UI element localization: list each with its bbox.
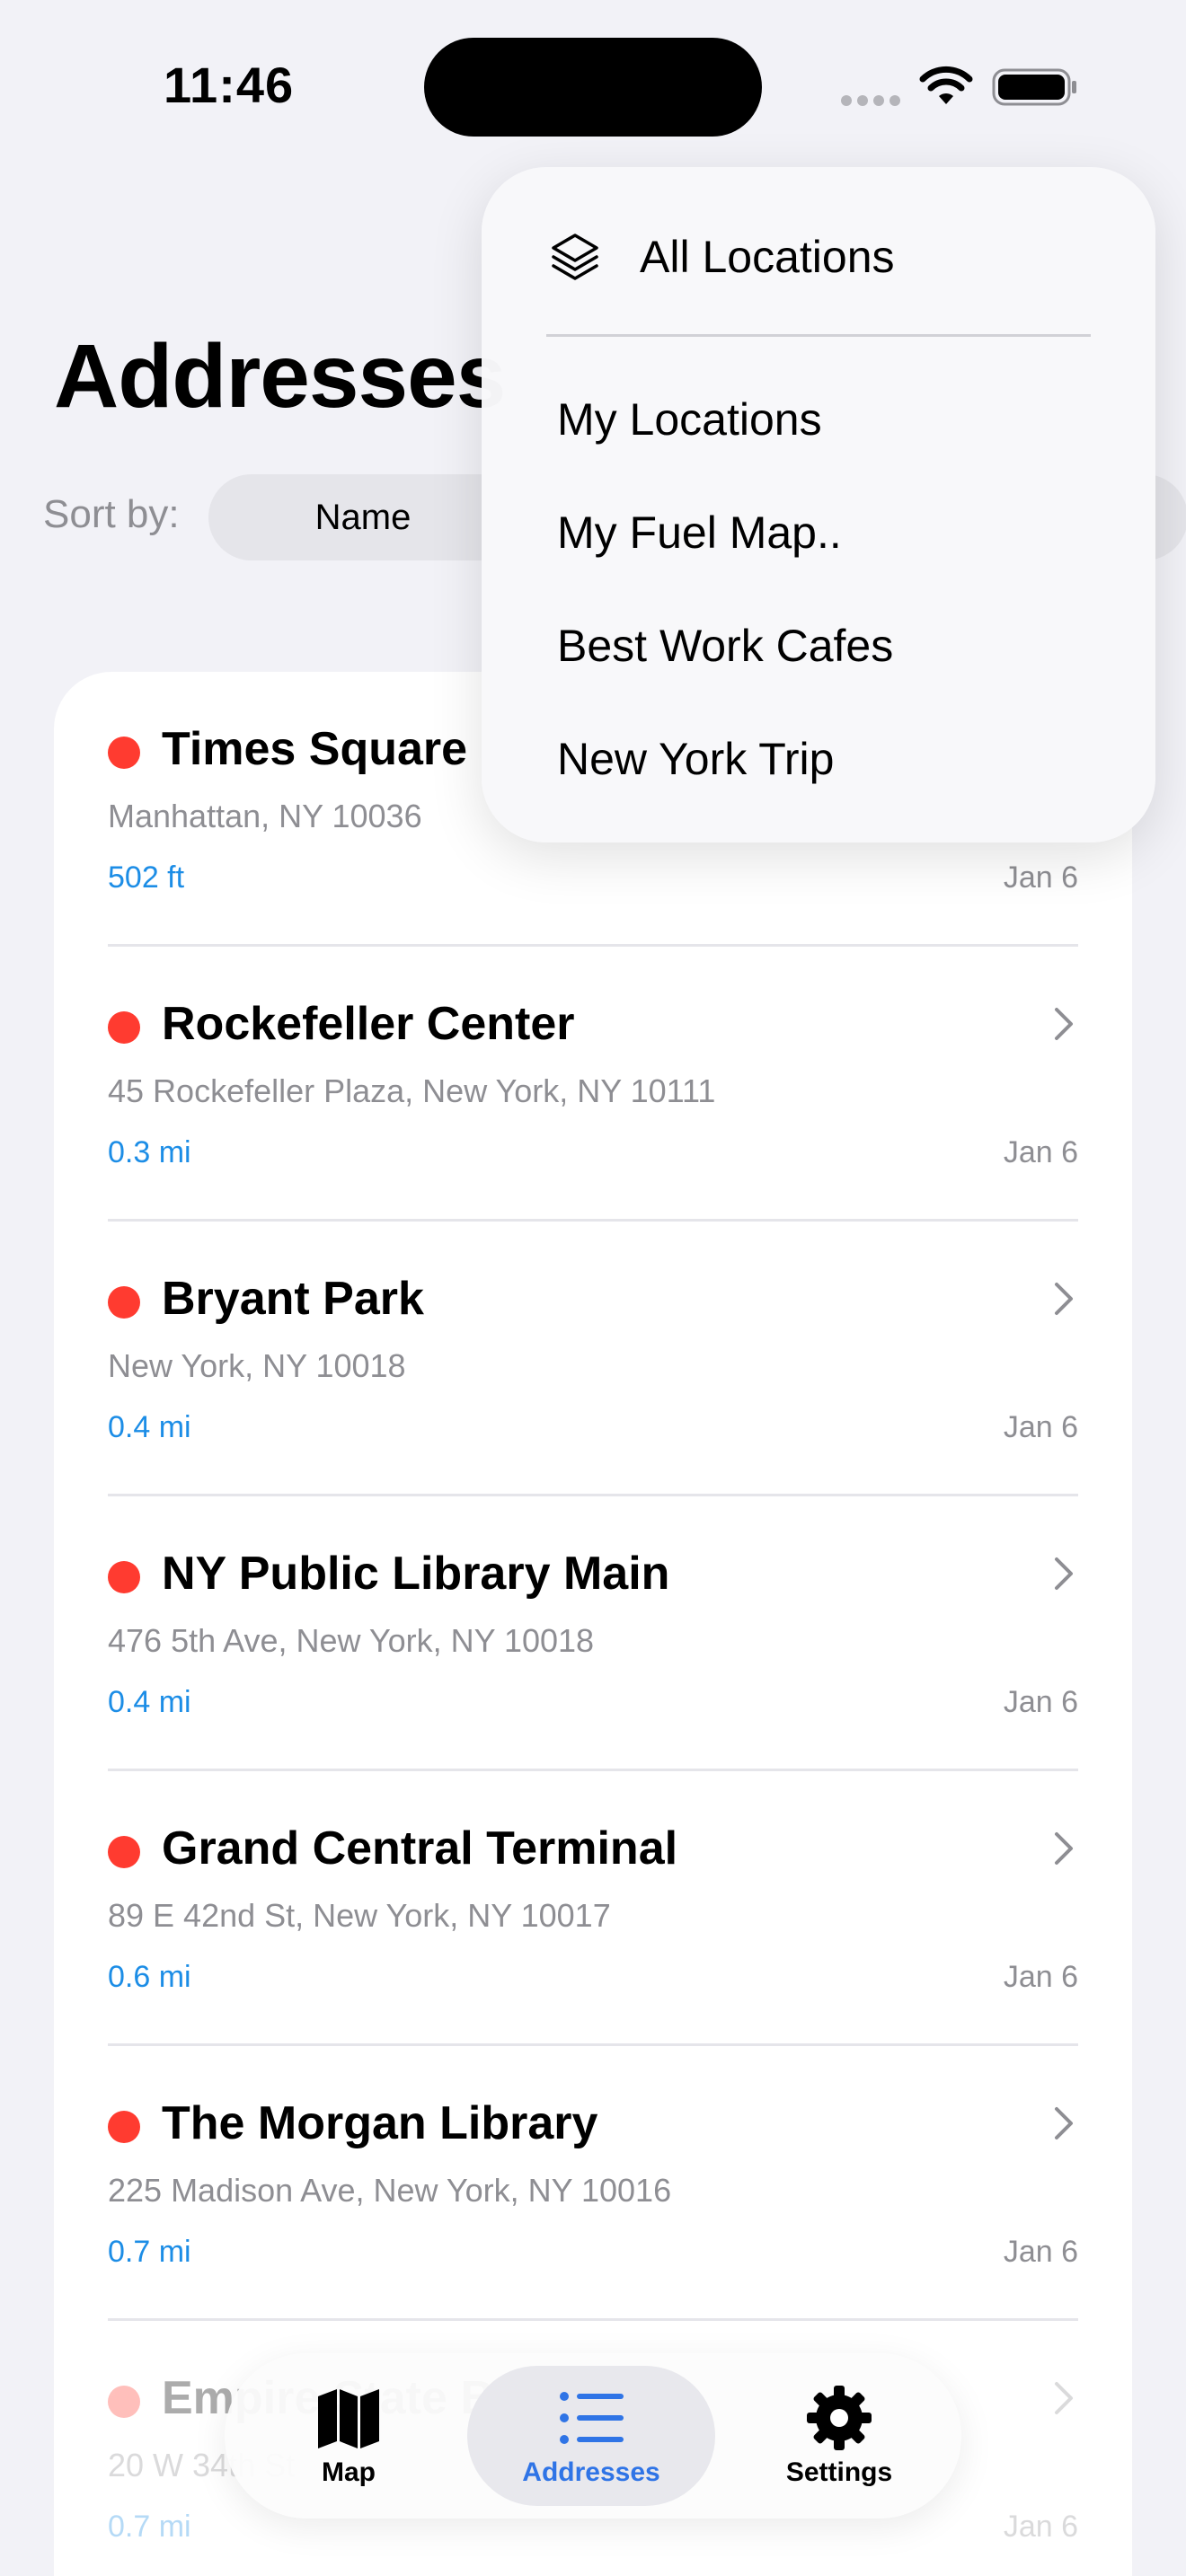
location-name: Rockefeller Center: [162, 998, 575, 1050]
location-name: Bryant Park: [162, 1273, 424, 1325]
tab-label: Settings: [785, 2457, 893, 2487]
location-date: Jan 6: [1003, 1135, 1078, 1169]
tab-settings[interactable]: Settings: [715, 2366, 963, 2506]
location-pin-dot: [108, 2386, 140, 2418]
chevron-right-icon: [1055, 2107, 1073, 2139]
location-row[interactable]: Rockefeller Center 45 Rockefeller Plaza,…: [54, 947, 1132, 1222]
location-name: Times Square: [162, 723, 468, 775]
location-row[interactable]: The Morgan Library 225 Madison Ave, New …: [54, 2046, 1132, 2321]
addresses-screen: 11:46 Addresses Sort by: Name Times Squa…: [0, 0, 1186, 2576]
location-date: Jan 6: [1003, 2235, 1078, 2269]
map-icon: [318, 2389, 379, 2448]
tab-map[interactable]: Map: [225, 2366, 473, 2506]
location-pin-dot: [108, 2111, 140, 2143]
location-address: 89 E 42nd St, New York, NY 10017: [108, 1897, 611, 1934]
location-distance: 0.7 mi: [108, 2510, 191, 2544]
page-title: Addresses: [54, 326, 506, 427]
chevron-right-icon: [1055, 1557, 1073, 1590]
menu-divider: [546, 334, 1091, 337]
location-pin-dot: [108, 737, 140, 769]
locations-list: Times Square Manhattan, NY 10036 502 ft …: [54, 672, 1132, 2576]
location-pin-dot: [108, 1011, 140, 1044]
location-pin-dot: [108, 1561, 140, 1593]
location-pin-dot: [108, 1836, 140, 1868]
location-distance: 0.4 mi: [108, 1685, 191, 1719]
location-date: Jan 6: [1003, 1960, 1078, 1994]
menu-item-best-work-cafes[interactable]: Best Work Cafes: [557, 620, 893, 672]
location-address: Manhattan, NY 10036: [108, 798, 422, 834]
location-distance: 502 ft: [108, 860, 185, 895]
menu-item-my-fuel-map[interactable]: My Fuel Map..: [557, 507, 842, 559]
location-pin-dot: [108, 1286, 140, 1319]
location-row[interactable]: Bryant Park New York, NY 10018 0.4 mi Ja…: [54, 1222, 1132, 1496]
tab-bar: Map Addresses Settings: [225, 2353, 961, 2519]
location-address: 476 5th Ave, New York, NY 10018: [108, 1622, 595, 1659]
chevron-right-icon: [1055, 2382, 1073, 2414]
tab-label: Map: [322, 2457, 376, 2487]
location-date: Jan 6: [1003, 2510, 1078, 2544]
tab-label: Addresses: [522, 2457, 660, 2487]
status-time: 11:46: [164, 57, 295, 113]
location-distance: 0.4 mi: [108, 1410, 191, 1444]
list-icon: [560, 2392, 624, 2444]
location-date: Jan 6: [1003, 1685, 1078, 1719]
wifi-icon: [919, 66, 973, 104]
menu-item-all-locations[interactable]: All Locations: [548, 221, 895, 293]
gear-icon: [807, 2386, 872, 2450]
chevron-right-icon: [1055, 1832, 1073, 1865]
dynamic-island: [424, 38, 762, 137]
chevron-right-icon: [1055, 1283, 1073, 1315]
battery-icon: [992, 68, 1076, 106]
menu-header-label: All Locations: [640, 232, 895, 282]
location-address: 45 Rockefeller Plaza, New York, NY 10111: [108, 1072, 716, 1109]
location-address: New York, NY 10018: [108, 1347, 406, 1384]
sort-option-name[interactable]: Name: [208, 474, 518, 560]
location-name: NY Public Library Main: [162, 1548, 670, 1600]
location-address: 225 Madison Ave, New York, NY 10016: [108, 2172, 672, 2209]
cellular-signal-icon: [841, 95, 900, 106]
location-distance: 0.3 mi: [108, 1135, 191, 1169]
location-distance: 0.6 mi: [108, 1960, 191, 1994]
location-date: Jan 6: [1003, 860, 1078, 895]
sort-label: Sort by:: [43, 492, 180, 536]
location-row[interactable]: NY Public Library Main 476 5th Ave, New …: [54, 1496, 1132, 1771]
menu-item-new-york-trip[interactable]: New York Trip: [557, 733, 834, 785]
location-name: The Morgan Library: [162, 2097, 598, 2149]
location-date: Jan 6: [1003, 1410, 1078, 1444]
chevron-right-icon: [1055, 1008, 1073, 1040]
collections-menu: All Locations My Locations My Fuel Map..…: [482, 167, 1155, 842]
location-name: Grand Central Terminal: [162, 1822, 678, 1875]
location-distance: 0.7 mi: [108, 2235, 191, 2269]
tab-addresses[interactable]: Addresses: [467, 2366, 715, 2506]
location-row[interactable]: Grand Central Terminal 89 E 42nd St, New…: [54, 1771, 1132, 2046]
menu-item-my-locations[interactable]: My Locations: [557, 393, 822, 446]
layers-icon: [552, 234, 598, 280]
